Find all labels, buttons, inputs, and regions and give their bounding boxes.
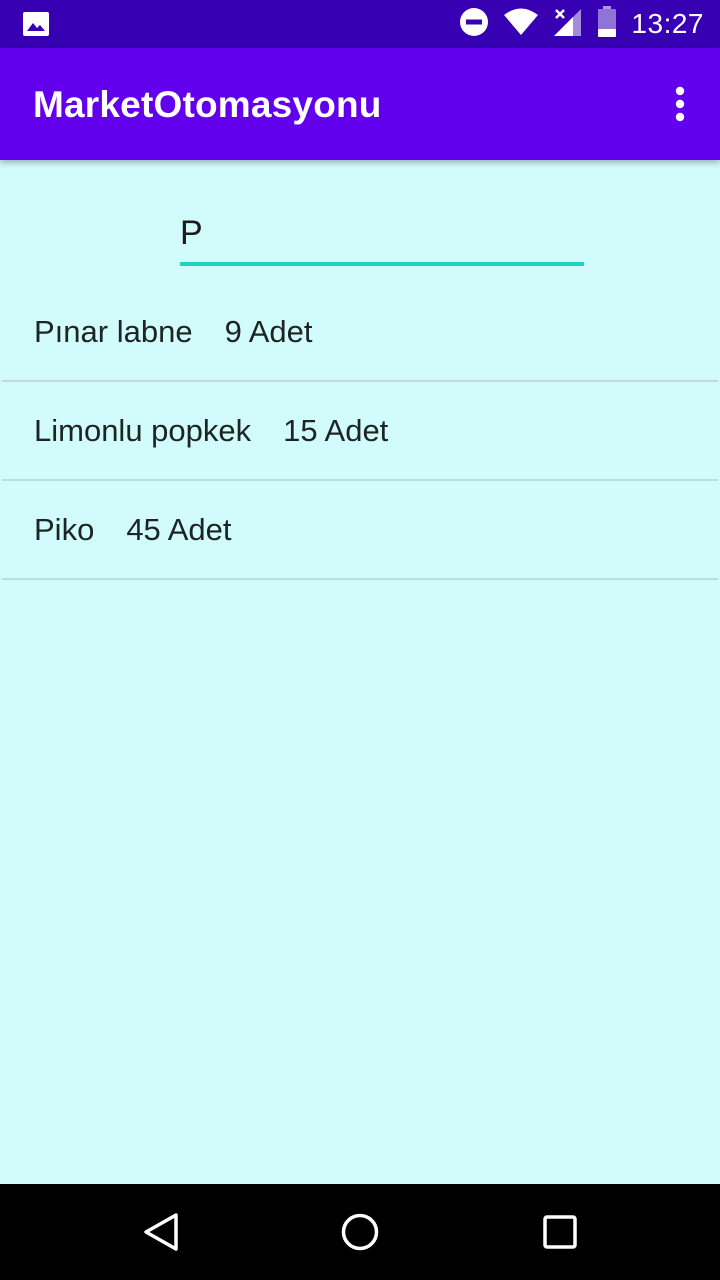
status-bar: 13:27 xyxy=(0,0,720,48)
product-name: Pınar labne xyxy=(34,313,193,349)
app-title: MarketOtomasyonu xyxy=(33,84,382,125)
navigation-bar xyxy=(0,1184,720,1280)
product-name: Limonlu popkek xyxy=(34,412,252,448)
battery-icon xyxy=(597,5,617,43)
gallery-icon xyxy=(22,11,50,42)
product-quantity: 15 Adet xyxy=(283,412,389,448)
more-vert-icon[interactable] xyxy=(674,86,686,127)
home-icon[interactable] xyxy=(340,1212,380,1257)
back-icon[interactable] xyxy=(142,1212,180,1257)
product-name: Piko xyxy=(34,511,95,547)
list-item[interactable]: Pınar labne 9 Adet xyxy=(2,283,718,382)
list-item[interactable]: Piko 45 Adet xyxy=(2,481,718,580)
list-item[interactable]: Limonlu popkek 15 Adet xyxy=(2,382,718,481)
product-list: Pınar labne 9 Adet Limonlu popkek 15 Ade… xyxy=(0,283,720,580)
search-input[interactable] xyxy=(180,212,584,266)
wifi-icon xyxy=(503,8,539,41)
screen: 13:27 MarketOtomasyonu Pınar labne 9 Ade… xyxy=(0,0,720,1280)
do-not-disturb-icon xyxy=(459,7,489,42)
recents-icon[interactable] xyxy=(542,1212,578,1257)
app-bar: MarketOtomasyonu xyxy=(0,48,720,160)
status-time: 13:27 xyxy=(631,8,704,39)
cell-signal-icon xyxy=(553,7,583,42)
product-quantity: 9 Adet xyxy=(224,313,313,349)
product-quantity: 45 Adet xyxy=(126,511,232,547)
status-icons: 13:27 xyxy=(459,0,704,48)
search-field xyxy=(180,212,584,270)
